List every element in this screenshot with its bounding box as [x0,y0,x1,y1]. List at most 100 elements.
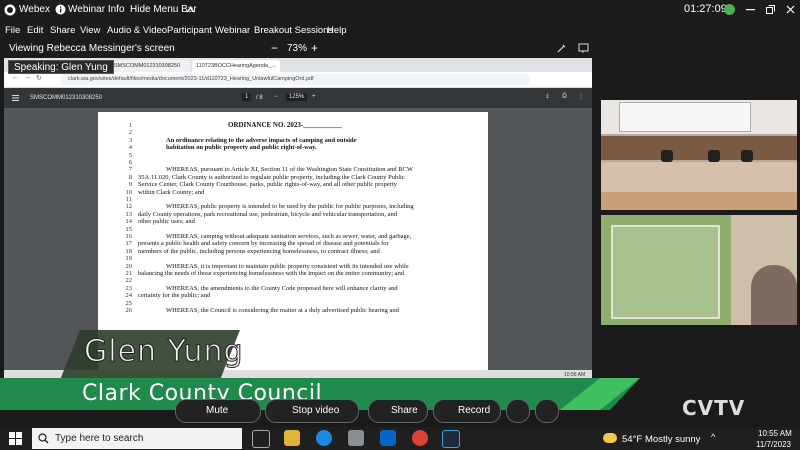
meeting-clock: 01:27:09 [684,3,727,15]
pdf-toolbar: SMSCOMM012310308250 1 / 8 − 125% + ⤓ ⎙ ⋮ [4,88,592,108]
line-number: 17 [125,240,133,248]
menu-participant[interactable]: Participant [167,25,212,36]
annotate-icon[interactable] [556,43,567,54]
search-placeholder: Type here to search [55,433,144,444]
line-number: 19 [125,255,133,263]
line-number: 24 [125,292,133,300]
stop-video-button[interactable]: Stop video [265,399,359,423]
info-icon [55,4,66,15]
dais-panel [601,136,797,160]
line-text: balancing the needs of those experiencin… [138,270,405,277]
menu-help[interactable]: Help [327,25,347,36]
menu-breakout-sessions[interactable]: Breakout Sessions [254,25,333,36]
reload-icon[interactable]: ↻ [36,74,42,82]
pdf-title: SMSCOMM012310308250 [30,95,103,101]
mute-button[interactable]: Mute [175,399,261,423]
file-explorer-icon[interactable] [284,430,300,446]
projection-screen [619,102,751,132]
minimize-icon[interactable] [746,9,755,11]
line-text: presents a public health and safety conc… [138,240,389,248]
line-number: 11 [125,196,132,203]
zoom-out-button[interactable]: − [271,41,278,55]
pdf-zoom-level[interactable]: 125% [286,93,308,101]
pdf-zoom-in[interactable]: + [312,94,316,100]
url-input[interactable]: clark.wa.gov/sites/default/files/media/d… [60,74,530,85]
task-view-icon[interactable] [252,430,270,448]
menu-view[interactable]: View [80,25,100,36]
video-tile-speaker[interactable] [601,215,797,325]
line-text: WHEREAS, pursuant to Article XI, Section… [166,166,413,174]
windows-start-icon[interactable] [9,432,22,445]
menu-share[interactable]: Share [50,25,75,36]
video-tile-chamber[interactable] [601,100,797,210]
line-text: 35A.11.020, Clark County is authorized t… [138,173,405,181]
cvtv-watermark: CVTV [682,396,746,420]
menu-bar: File Edit Share View Audio & Video Parti… [0,20,800,40]
outlook-icon[interactable] [380,430,396,446]
menu-file[interactable]: File [5,25,20,36]
more-icon[interactable]: ⋮ [578,93,584,100]
chrome-icon[interactable] [412,430,428,446]
line-number: 22 [125,277,133,285]
avatar[interactable] [724,4,735,15]
line-number: 26 [125,307,133,314]
line-number: 15 [125,225,133,233]
line-text: WHEREAS, the amendments to the County Co… [166,284,398,292]
zoom-level[interactable]: 73% [287,43,307,54]
line-text: WHEREAS, the Council is considering the … [166,307,399,314]
mute-label: Mute [206,405,229,416]
forward-icon[interactable]: → [24,74,31,81]
zoom-in-button[interactable]: + [311,41,318,55]
weather-temp[interactable]: 54°F [622,434,642,445]
popout-icon[interactable] [578,43,589,54]
settings-app-icon[interactable] [348,430,364,446]
webex-taskbar-icon[interactable] [442,430,460,448]
back-icon[interactable]: ← [12,74,19,81]
line-number: 5 [128,151,132,159]
pdf-zoom-out[interactable]: − [274,94,278,100]
page-number-input[interactable]: 1 [242,93,252,101]
share-view-bar: Viewing Rebecca Messinger's screen − 73%… [0,40,800,57]
more-options-button[interactable] [535,399,559,423]
chair [741,150,753,162]
line-text: members of the public, including persons… [138,247,380,255]
internet-explorer-icon[interactable] [316,430,332,446]
restore-icon[interactable] [766,5,775,14]
tray-chevron-icon[interactable]: ^ [711,432,715,442]
reactions-button[interactable] [506,399,530,423]
line-number: 4 [128,144,132,152]
address-bar: ← → ↻ clark.wa.gov/sites/default/files/m… [4,72,592,88]
viewing-label: Viewing Rebecca Messinger's screen [9,43,175,54]
menu-audio-video[interactable]: Audio & Video [107,25,167,36]
taskbar-search[interactable]: Type here to search [32,428,242,449]
browser-tab[interactable]: SMSCOMM012310308250 [110,60,190,72]
page-total: / 8 [256,95,263,101]
webex-logo-icon [4,4,16,16]
line-number: 3 [128,136,132,144]
hamburger-icon[interactable] [12,95,19,101]
weather-desc[interactable]: Mostly sunny [645,434,700,445]
record-button[interactable]: Record [433,399,501,423]
taskbar-date[interactable]: 11/7/2023 [756,440,791,449]
line-text: other public uses; and [138,218,195,226]
line-number: 21 [125,270,133,277]
line-number: 18 [125,247,133,255]
line-number: 23 [125,284,133,292]
browser-tab[interactable]: 110723BOCCHearingAgenda_... [192,60,280,72]
menu-webinar[interactable]: Webinar [215,25,250,36]
menu-edit[interactable]: Edit [27,25,43,36]
line-text: habitation on public property and public… [166,144,317,152]
lower-third-name: Glen Yung [84,334,244,370]
search-icon [38,433,49,444]
app-name: Webex [19,4,50,15]
chevron-up-icon[interactable] [186,6,195,13]
chair [661,150,673,162]
line-text: WHEREAS, camping without adequate sanita… [166,233,412,240]
line-number: 2 [128,129,132,137]
share-button[interactable]: Share [368,399,428,423]
download-icon[interactable]: ⤓ [546,93,549,100]
print-icon[interactable]: ⎙ [562,93,567,100]
close-icon[interactable] [786,5,795,14]
webinar-info-button[interactable]: Webinar Info [68,4,125,15]
taskbar-time[interactable]: 10:55 AM [758,429,792,438]
